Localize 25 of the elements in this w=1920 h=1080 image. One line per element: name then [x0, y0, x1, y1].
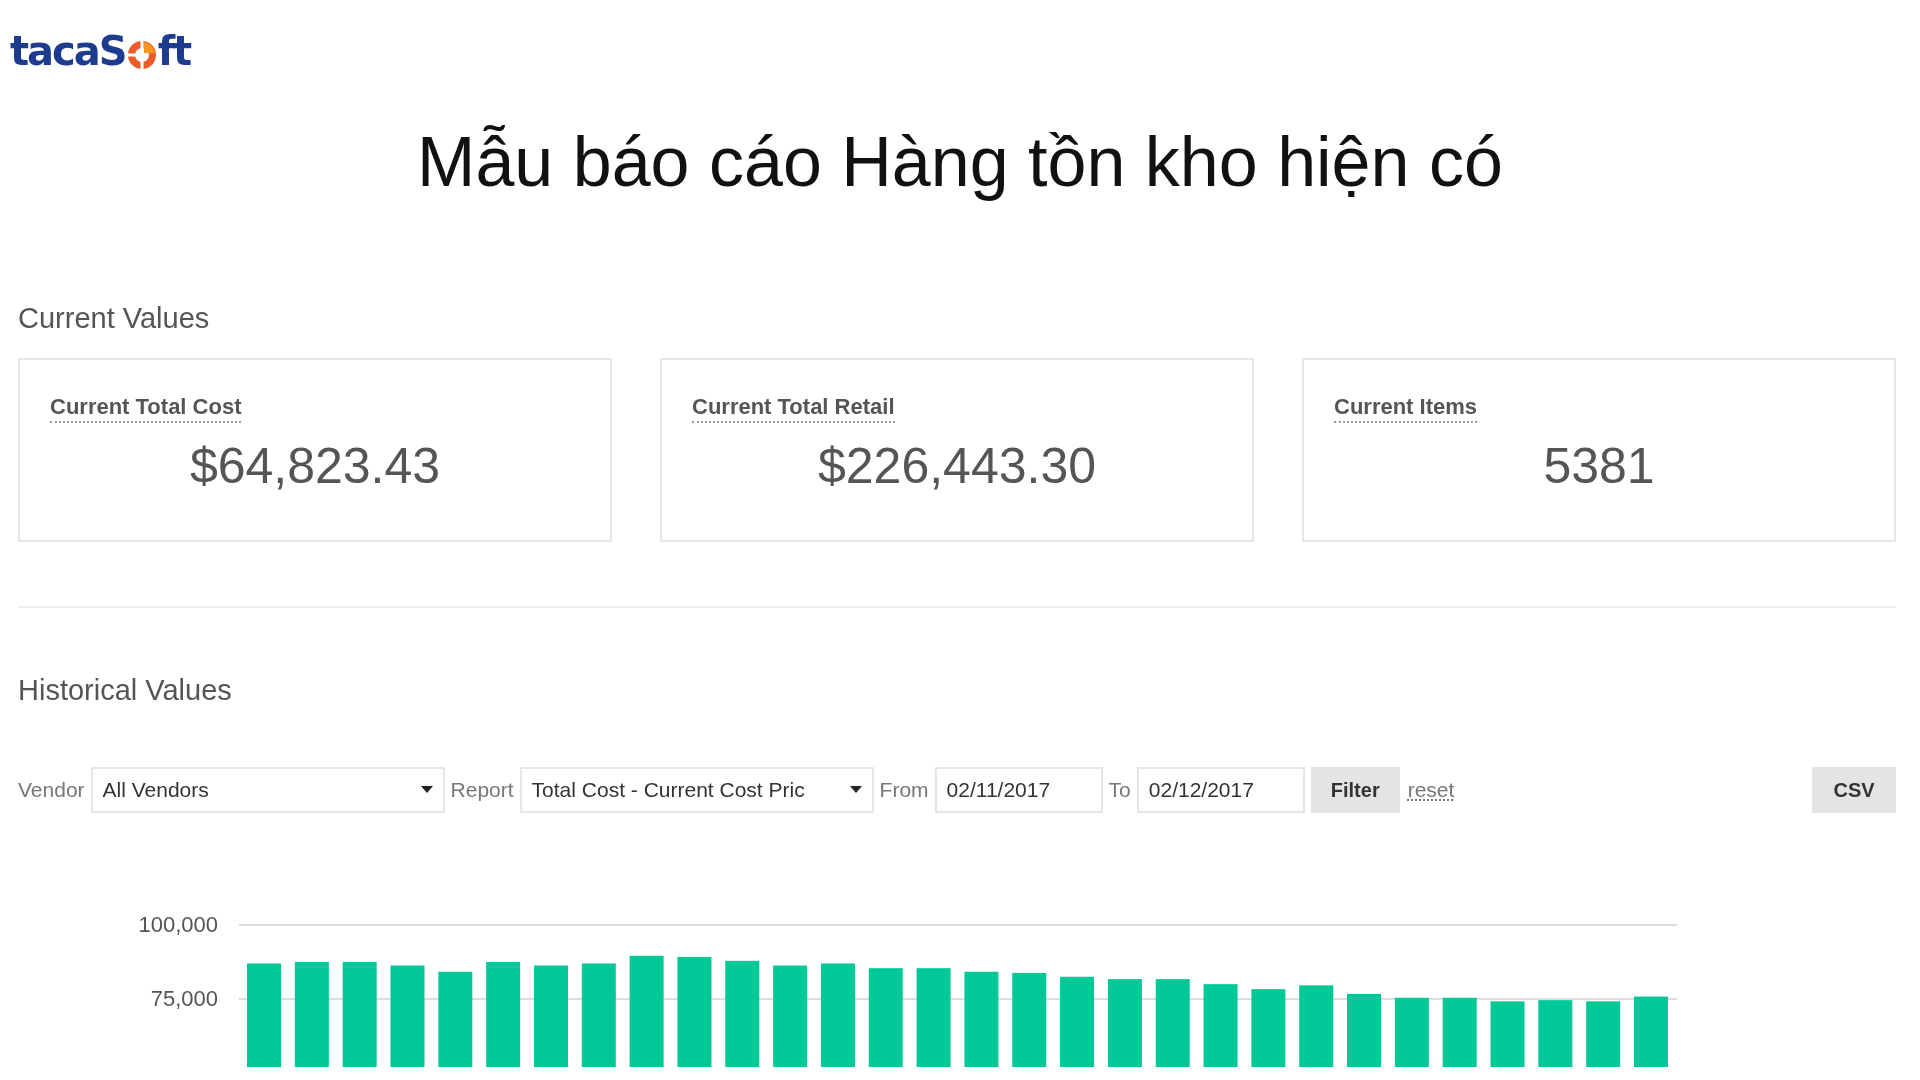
logo: tacaS ft: [10, 27, 191, 76]
card-label: Current Items: [1334, 394, 1478, 423]
to-date-field[interactable]: 02/12/2017: [1136, 767, 1305, 813]
card-value: $226,443.30: [816, 437, 1098, 495]
card-label: Current Total Retail: [692, 394, 895, 423]
csv-button[interactable]: CSV: [1812, 767, 1896, 813]
report-label: Report: [450, 778, 514, 802]
to-label: To: [1108, 778, 1131, 802]
filter-button[interactable]: Filter: [1310, 767, 1400, 813]
vendor-label: Vendor: [18, 778, 85, 802]
section-heading: Historical Values: [18, 674, 233, 707]
reset-link[interactable]: reset: [1407, 778, 1455, 802]
report-dropdown[interactable]: Total Cost - Current Cost Pric: [519, 767, 874, 813]
card-label: Current Total Cost: [50, 394, 242, 423]
axis-tick-label: 75,000: [150, 985, 218, 1011]
axis-tick-label: 100,000: [138, 912, 218, 937]
from-label: From: [879, 778, 929, 802]
card-value: $64,823.43: [188, 437, 442, 495]
caret-icon: [849, 786, 862, 794]
vendor-dropdown[interactable]: All Vendors: [90, 767, 445, 813]
page-title: Mẫu báo cáo Hàng tồn kho hiện có: [416, 122, 1504, 202]
card-value: 5381: [1542, 437, 1656, 495]
section-heading: Current Values: [18, 302, 211, 335]
from-date-field[interactable]: 02/11/2017: [934, 767, 1103, 813]
caret-icon: [420, 786, 433, 794]
